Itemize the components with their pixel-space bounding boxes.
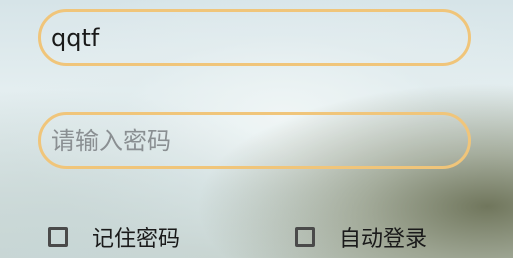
remember-password-option[interactable]: 记住密码 <box>48 221 180 253</box>
auto-login-option[interactable]: 自动登录 <box>295 221 427 253</box>
auto-login-label: 自动登录 <box>339 227 428 252</box>
password-field[interactable] <box>38 112 471 169</box>
auto-login-checkbox[interactable] <box>295 227 315 247</box>
username-field[interactable] <box>38 9 471 66</box>
remember-password-checkbox[interactable] <box>48 227 68 247</box>
password-input[interactable] <box>51 126 468 155</box>
username-input[interactable] <box>51 23 468 52</box>
remember-password-label: 记住密码 <box>92 227 181 252</box>
